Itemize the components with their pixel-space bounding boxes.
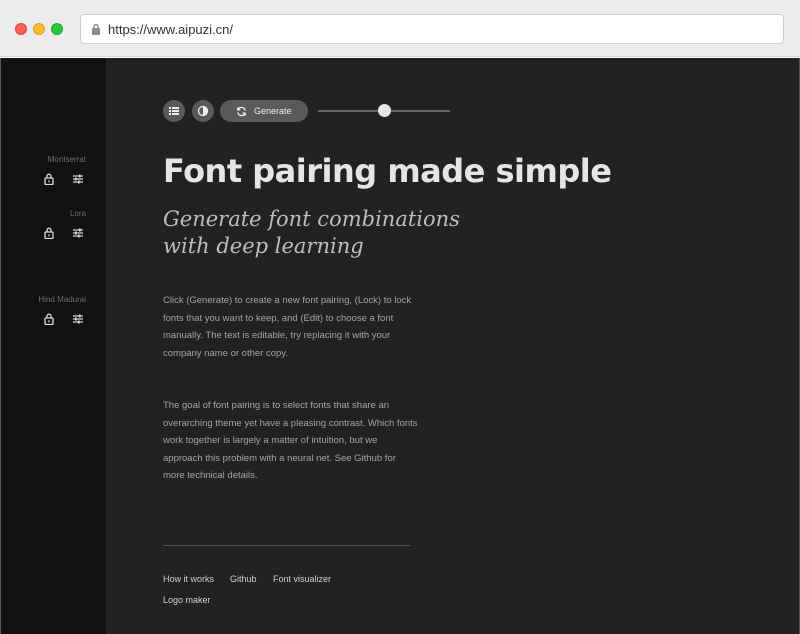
body-paragraph[interactable]: Click (Generate) to create a new font pa… [163, 292, 418, 362]
refresh-icon [237, 106, 246, 117]
close-window-button[interactable] [15, 23, 27, 35]
footer-link-logo-maker[interactable]: Logo maker [163, 595, 211, 605]
font-name-label: Lora [69, 209, 86, 218]
app-window: Montserrat Lora Hind Madurai Generate Fo… [0, 58, 800, 634]
url-text: https://www.aipuzi.cn/ [108, 22, 233, 37]
generate-label: Generate [254, 106, 292, 116]
generate-button[interactable]: Generate [220, 100, 308, 122]
divider [163, 545, 410, 546]
slider-thumb[interactable] [377, 104, 391, 117]
list-icon [169, 107, 179, 115]
lock-icon [92, 23, 100, 35]
sliders-icon[interactable] [72, 227, 84, 239]
browser-chrome: https://www.aipuzi.cn/ [0, 0, 800, 57]
sidebar: Montserrat Lora Hind Madurai [1, 58, 106, 634]
sliders-icon[interactable] [72, 173, 84, 185]
font-name-label: Hind Madurai [38, 295, 86, 304]
contrast-icon [197, 105, 209, 117]
footer-link-font-visualizer[interactable]: Font visualizer [273, 574, 331, 584]
maximize-window-button[interactable] [51, 23, 63, 35]
unlock-icon[interactable] [43, 227, 55, 239]
body-paragraph[interactable]: The goal of font pairing is to select fo… [163, 397, 418, 485]
address-bar[interactable]: https://www.aipuzi.cn/ [80, 14, 784, 44]
list-view-button[interactable] [163, 100, 185, 122]
page-subtitle[interactable]: Generate font combinations with deep lea… [163, 206, 483, 260]
minimize-window-button[interactable] [33, 23, 45, 35]
footer-link-github[interactable]: Github [230, 574, 257, 584]
unlock-icon[interactable] [43, 173, 55, 185]
page-title[interactable]: Font pairing made simple [163, 152, 612, 190]
footer-link-how-it-works[interactable]: How it works [163, 574, 214, 584]
sliders-icon[interactable] [72, 313, 84, 325]
main-content: Generate Font pairing made simple Genera… [106, 58, 800, 634]
font-name-label: Montserrat [47, 155, 86, 164]
unlock-icon[interactable] [43, 313, 55, 325]
contrast-toggle-button[interactable] [192, 100, 214, 122]
